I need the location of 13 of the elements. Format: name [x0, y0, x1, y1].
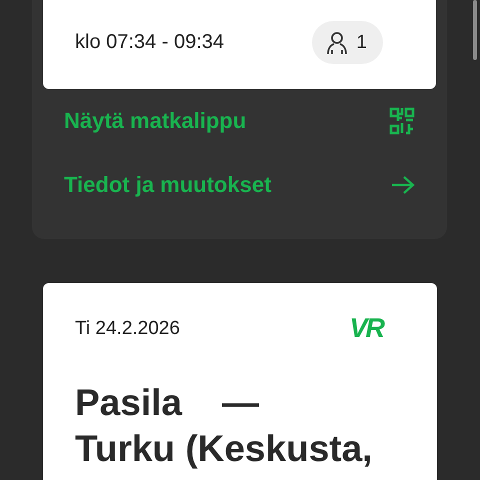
logo: VR — [349, 313, 383, 344]
scrollbar[interactable] — [473, 0, 477, 60]
origin-station: Pasila — [75, 381, 182, 425]
route-separator: — — [222, 381, 259, 425]
qr-code-icon — [389, 107, 415, 135]
destination-station: Turku (Keskusta, — [75, 427, 374, 471]
time-range: klo 07:34 - 09:34 — [75, 31, 224, 54]
passenger-count: 1 — [356, 32, 367, 54]
trip-date: Ti 24.2.2026 — [75, 318, 180, 340]
action-link[interactable]: Tiedot ja muutokset — [43, 153, 436, 217]
arrow-right-icon — [391, 175, 415, 195]
action-link[interactable]: Näytä matkalippu — [43, 89, 436, 153]
person-icon — [326, 30, 348, 54]
